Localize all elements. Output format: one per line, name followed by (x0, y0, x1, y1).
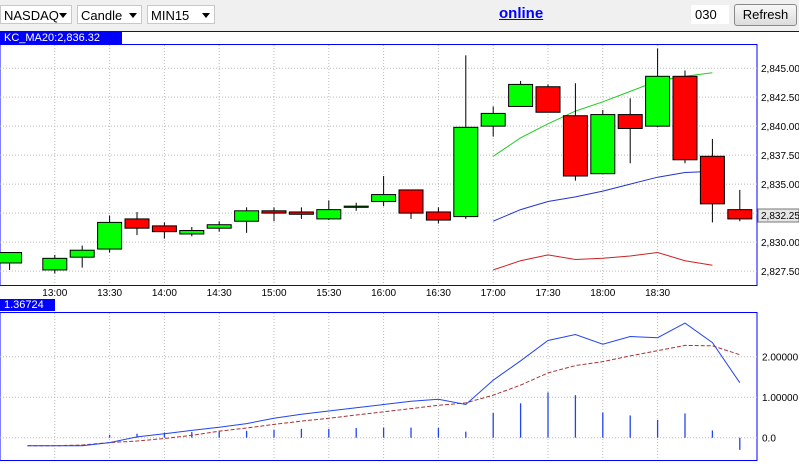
candle-body (645, 75, 671, 127)
main-panel-label: KC_MA20:2,836.32 (0, 32, 122, 44)
x-tick-label: 18:00 (590, 288, 615, 299)
candle-body (371, 194, 397, 203)
y-tick-label: 2,827.50 (761, 267, 799, 278)
candle-body (480, 112, 506, 127)
current-price-label: 2,832.25 (761, 211, 799, 222)
candle-body (42, 257, 68, 271)
candle-body (234, 210, 260, 222)
candle-body (672, 75, 698, 161)
candlesticks (0, 48, 753, 274)
candle-body (316, 209, 342, 220)
candle-body (124, 218, 150, 229)
candle-body (343, 205, 369, 208)
indicator-panel-label: 1.36724 (0, 299, 55, 311)
y-tick-label: 2,837.50 (761, 151, 799, 162)
candle-body (699, 155, 725, 205)
x-tick-label: 15:30 (316, 288, 341, 299)
x-tick-label: 16:00 (371, 288, 396, 299)
x-tick-label: 14:00 (152, 288, 177, 299)
y-tick-label: 2.00000 (762, 353, 799, 364)
x-tick-label: 17:30 (535, 288, 560, 299)
candle-body (425, 211, 451, 221)
candle-body (590, 114, 616, 175)
indicator-series (27, 322, 741, 450)
candle-body (0, 252, 23, 264)
y-tick-label: 0.0 (762, 434, 776, 445)
y-tick-label: 2,835.00 (761, 180, 799, 191)
x-tick-label: 17:00 (481, 288, 506, 299)
candle-body (261, 210, 287, 214)
chart-canvas: 2,827.502,830.002,832.502,835.002,837.50… (0, 31, 799, 461)
x-tick-label: 13:00 (42, 288, 67, 299)
y-tick-label: 2,845.00 (761, 64, 799, 75)
current-price-tag: 2,832.25 (757, 208, 799, 223)
indicator-gridlines (0, 313, 757, 460)
candle-body (453, 126, 479, 218)
x-tick-label: 14:30 (207, 288, 232, 299)
candle-body (398, 189, 424, 214)
candle-body (508, 83, 534, 107)
candle-body (562, 115, 588, 177)
candle-body (69, 249, 95, 258)
candle-body (535, 86, 561, 113)
y-tick-label: 2,840.00 (761, 122, 799, 133)
candle-body (727, 209, 753, 220)
y-tick-label: 1.00000 (762, 393, 799, 404)
x-tick-label: 18:30 (645, 288, 670, 299)
candle-body (288, 211, 314, 215)
candle-body (151, 225, 177, 233)
candle-body (206, 224, 232, 229)
x-tick-label: 15:00 (261, 288, 286, 299)
indicator-plot-frame (0, 312, 758, 461)
candle-body (179, 230, 205, 235)
candle-body (617, 114, 643, 129)
x-tick-label: 13:30 (97, 288, 122, 299)
y-tick-label: 2,830.00 (761, 238, 799, 249)
candle-body (97, 221, 123, 250)
y-tick-label: 2,842.50 (761, 93, 799, 104)
x-tick-label: 16:30 (426, 288, 451, 299)
